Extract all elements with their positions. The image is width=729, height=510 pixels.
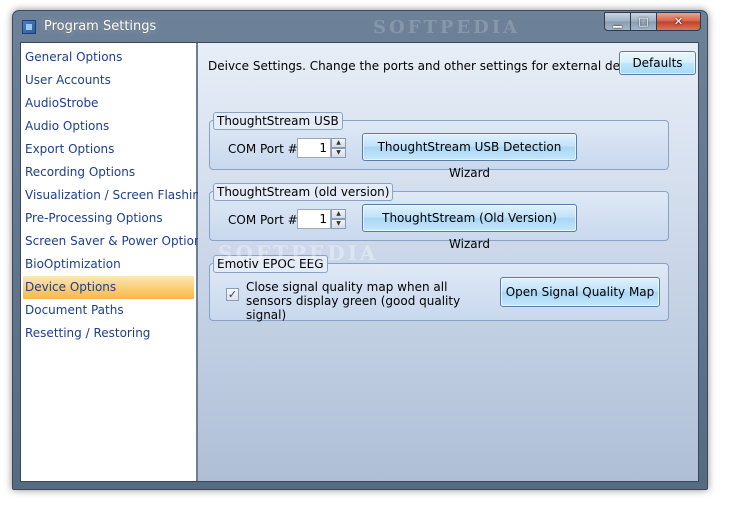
sidebar-item-device-options[interactable]: Device Options <box>23 276 194 299</box>
program-settings-window: Program Settings SOFTPEDIA ▁ □ ✕ General… <box>12 10 708 490</box>
spin-up-icon[interactable]: ▲ <box>331 209 346 219</box>
sidebar-item-biooptimization[interactable]: BioOptimization <box>21 253 196 276</box>
defaults-button[interactable]: Defaults <box>619 51 696 75</box>
panel-description: Deivce Settings. Change the ports and ot… <box>208 59 651 73</box>
sidebar-item-screen-saver[interactable]: Screen Saver & Power Options <box>21 230 208 253</box>
app-icon <box>22 20 36 34</box>
close-map-checkbox[interactable]: ✓ <box>226 288 239 301</box>
window-title: Program Settings <box>44 19 157 34</box>
group-title: ThoughtStream (old version) <box>213 183 394 201</box>
group-title: ThoughtStream USB <box>213 112 343 130</box>
spin-down-icon[interactable]: ▼ <box>331 219 346 229</box>
close-button[interactable]: ✕ <box>657 12 701 31</box>
open-signal-quality-map-button[interactable]: Open Signal Quality Map <box>500 277 660 307</box>
spin-up-icon[interactable]: ▲ <box>331 138 346 148</box>
sidebar-item-user-accounts[interactable]: User Accounts <box>21 69 196 92</box>
close-map-checkbox-label[interactable]: Close signal quality map when all sensor… <box>246 280 491 322</box>
group-title: Emotiv EPOC EEG <box>213 255 328 273</box>
sidebar-item-audiostrobe[interactable]: AudioStrobe <box>21 92 196 115</box>
com-port-label: COM Port #: <box>228 213 302 227</box>
settings-sidebar: General Options User Accounts AudioStrob… <box>21 43 208 481</box>
device-settings-panel: Deivce Settings. Change the ports and ot… <box>198 43 698 481</box>
minimize-button[interactable]: ▁ <box>604 12 631 31</box>
sidebar-item-recording-options[interactable]: Recording Options <box>21 161 196 184</box>
com-port-spinner: 1 ▲ ▼ <box>297 138 347 158</box>
sidebar-item-resetting-restoring[interactable]: Resetting / Restoring <box>21 322 196 345</box>
sidebar-item-general-options[interactable]: General Options <box>21 46 196 69</box>
com-port-spinner: 1 ▲ ▼ <box>297 209 347 229</box>
group-thoughtstream-usb: ThoughtStream USB COM Port #: 1 ▲ ▼ Thou… <box>209 112 669 180</box>
com-port-label: COM Port #: <box>228 142 302 156</box>
title-bar[interactable]: Program Settings SOFTPEDIA ▁ □ ✕ <box>13 11 707 43</box>
usb-detection-wizard-button[interactable]: ThoughtStream USB Detection Wizard <box>362 133 577 180</box>
old-version-wizard-button[interactable]: ThoughtStream (Old Version) Wizard <box>362 204 577 251</box>
client-area: General Options User Accounts AudioStrob… <box>20 42 699 482</box>
sidebar-item-pre-processing[interactable]: Pre-Processing Options <box>21 207 196 230</box>
caption-buttons: ▁ □ ✕ <box>604 12 701 32</box>
com-port-input[interactable]: 1 <box>297 209 331 229</box>
sidebar-item-audio-options[interactable]: Audio Options <box>21 115 196 138</box>
sidebar-item-export-options[interactable]: Export Options <box>21 138 196 161</box>
sidebar-item-visualization[interactable]: Visualization / Screen Flashing <box>21 184 208 207</box>
watermark: SOFTPEDIA <box>373 17 521 38</box>
group-thoughtstream-old: ThoughtStream (old version) COM Port #: … <box>209 183 669 251</box>
sidebar-item-document-paths[interactable]: Document Paths <box>21 299 196 322</box>
maximize-button[interactable]: □ <box>631 12 657 31</box>
group-emotiv-epoc: Emotiv EPOC EEG ✓ Close signal quality m… <box>209 255 669 322</box>
spin-down-icon[interactable]: ▼ <box>331 148 346 158</box>
com-port-input[interactable]: 1 <box>297 138 331 158</box>
